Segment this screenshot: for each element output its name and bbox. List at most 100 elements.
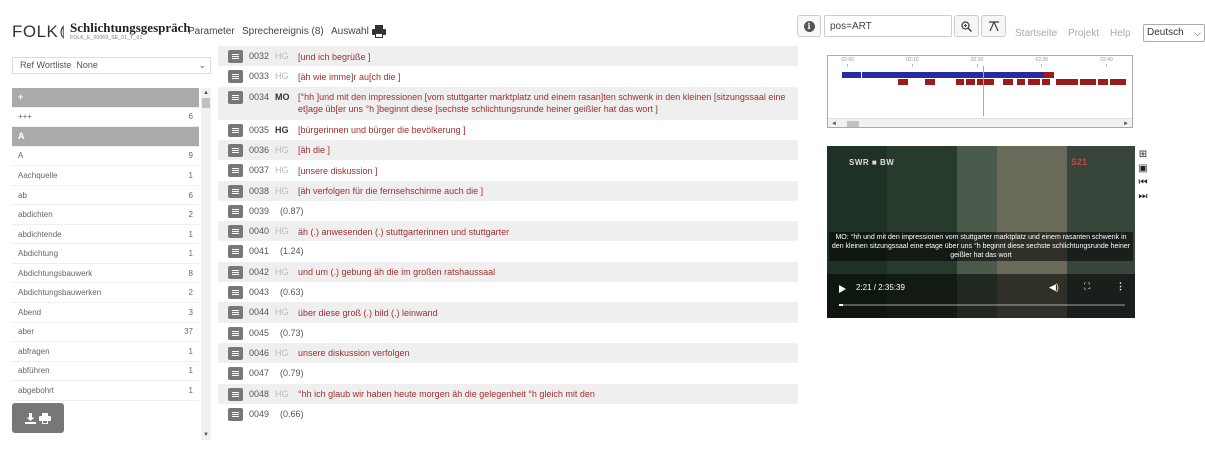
- play-segment-icon[interactable]: [228, 70, 243, 84]
- link-help[interactable]: Help: [1110, 28, 1131, 39]
- transcript-segment[interactable]: 0048 HG °hh ich glaub wir haben heute morg…: [218, 383, 798, 404]
- timeline-segment-bar[interactable]: [1056, 79, 1078, 85]
- wordlist-row[interactable]: Aachquelle 1: [12, 166, 199, 186]
- transcript-segment[interactable]: 0035 HG [bürgerinnen und bürger die bevölk…: [218, 120, 798, 140]
- volume-icon[interactable]: ◀): [1049, 282, 1059, 293]
- transcript-segment[interactable]: 0036 HG [äh die ]: [218, 139, 798, 161]
- wordlist-row[interactable]: Abdichtungsbauwerk 8: [12, 264, 199, 284]
- segment-text[interactable]: äh (.) anwesenden (.) stuttgarterinnen u…: [298, 226, 794, 238]
- timeline-segment-bar[interactable]: [854, 72, 856, 78]
- play-segment-icon[interactable]: [228, 326, 243, 340]
- wordlist-row[interactable]: abdichten 2: [12, 205, 199, 225]
- timeline-segment-bar[interactable]: [1028, 79, 1040, 85]
- transcript-segment[interactable]: 0046 HG unsere diskussion verfolgen: [218, 342, 798, 364]
- segment-text[interactable]: [äh verfolgen für die fernsehschirme auc…: [298, 185, 794, 197]
- step-back-icon[interactable]: ⏮: [1138, 177, 1148, 188]
- play-segment-icon[interactable]: [228, 387, 243, 401]
- transcript-segment[interactable]: 0041 (1.24): [218, 241, 798, 261]
- wordlist-row[interactable]: abdichtende 1: [12, 225, 199, 245]
- transcript-segment[interactable]: 0045 (0.73): [218, 323, 798, 343]
- timeline-segment-bar[interactable]: [1110, 79, 1126, 85]
- timeline-segment-bar[interactable]: [1044, 72, 1054, 78]
- wordlist-row[interactable]: abgebohrt 1: [12, 381, 199, 401]
- ref-wordlist-select[interactable]: Ref Wortliste None ⌄: [12, 57, 211, 74]
- transcript-segment[interactable]: 0047 (0.79): [218, 363, 798, 383]
- timeline-segment-bar[interactable]: [858, 72, 861, 78]
- timeline-segment-bar[interactable]: [956, 79, 964, 85]
- segment-text[interactable]: unsere diskussion verfolgen: [298, 347, 794, 359]
- transcript-segment[interactable]: 0034 MO [°hh ]und mit den impressionen [vo…: [218, 86, 798, 120]
- timeline-segment-bar[interactable]: [986, 79, 994, 85]
- wordlist-row[interactable]: abfragen 1: [12, 342, 199, 362]
- link-projekt[interactable]: Projekt: [1068, 28, 1099, 39]
- timeline-scroll-thumb[interactable]: [847, 121, 859, 127]
- transcript-segment[interactable]: 0039 (0.87): [218, 201, 798, 221]
- nav-parameter[interactable]: Parameter: [188, 26, 235, 37]
- timeline-segment-bar[interactable]: [1003, 79, 1013, 85]
- printer-icon[interactable]: [372, 25, 386, 38]
- segment-text[interactable]: °hh ich glaub wir haben heute morgen äh …: [298, 388, 794, 400]
- timeline-segment-bar[interactable]: [1098, 79, 1108, 85]
- segment-text[interactable]: [°hh ]und mit den impressionen [vom stut…: [298, 91, 794, 115]
- wordlist-row[interactable]: abführen 1: [12, 362, 199, 382]
- search-input[interactable]: [824, 15, 952, 37]
- transcript-segment[interactable]: 0049 (0.66): [218, 404, 798, 424]
- wordlist-row[interactable]: aber 37: [12, 323, 199, 343]
- scroll-right-icon[interactable]: ►: [1123, 119, 1129, 127]
- timeline-scrollbar[interactable]: ◄ ►: [828, 118, 1132, 127]
- info-button[interactable]: i: [797, 15, 821, 37]
- nav-auswahl[interactable]: Auswahl: [331, 26, 369, 37]
- transcript-segment[interactable]: 0033 HG [äh wie imme]r au[ch die ]: [218, 66, 798, 86]
- play-segment-icon[interactable]: [228, 184, 243, 198]
- timeline-segment-bar[interactable]: [966, 79, 975, 85]
- wordlist-scrollbar[interactable]: ▲ ▼: [201, 88, 211, 440]
- wordlist-row[interactable]: Abend 3: [12, 303, 199, 323]
- wordlist-row[interactable]: A9: [12, 147, 199, 167]
- segment-text[interactable]: [äh wie imme]r au[ch die ]: [298, 71, 794, 83]
- segment-text[interactable]: [äh die ]: [298, 144, 794, 156]
- transcript-segment[interactable]: 0038 HG [äh verfolgen für die fernsehschir…: [218, 180, 798, 201]
- segment-text[interactable]: und um (.) gebung äh die im großen ratsh…: [298, 266, 794, 278]
- timeline-segment-bar[interactable]: [862, 72, 1044, 78]
- folk-logo[interactable]: FOLK⟬: [12, 22, 65, 42]
- play-segment-icon[interactable]: [228, 204, 243, 218]
- transcript-segment[interactable]: 0043 (0.63): [218, 282, 798, 302]
- scroll-thumb[interactable]: [202, 98, 210, 108]
- play-segment-icon[interactable]: [228, 346, 243, 360]
- play-segment-icon[interactable]: [228, 164, 243, 178]
- segment-text[interactable]: [bürgerinnen und bürger die bevölkerung …: [298, 124, 794, 136]
- video-player[interactable]: SWR ■ BW S21 MO: °hh und mit den impress…: [827, 146, 1135, 318]
- play-segment-icon[interactable]: [228, 90, 243, 104]
- timeline-playhead[interactable]: [983, 66, 985, 116]
- play-segment-icon[interactable]: [228, 245, 243, 259]
- play-segment-icon[interactable]: [228, 123, 243, 137]
- transcript-segment[interactable]: 0032 HG [und ich begrüße ]: [218, 46, 798, 67]
- transcript-segment[interactable]: 0040 HG äh (.) anwesenden (.) stuttgarteri…: [218, 221, 798, 242]
- wordlist-row[interactable]: ab 6: [12, 186, 199, 206]
- step-forward-icon[interactable]: ⏭: [1138, 191, 1148, 202]
- timeline-panel[interactable]: ◄ ► 02:00 02:10 02:20 02:30 02:40: [827, 55, 1133, 128]
- camera-icon[interactable]: ▣: [1138, 163, 1148, 174]
- play-segment-icon[interactable]: [228, 407, 243, 421]
- add-icon[interactable]: ⊞: [1138, 149, 1148, 160]
- play-segment-icon[interactable]: [228, 367, 243, 381]
- scroll-up-icon[interactable]: ▲: [201, 88, 211, 98]
- transcript-segment[interactable]: 0037 HG [unsere diskussion ]: [218, 160, 798, 180]
- nav-sprechereignis[interactable]: Sprechereignis (8): [242, 26, 324, 37]
- timeline-segment-bar[interactable]: [1080, 79, 1096, 85]
- timeline-segment-bar[interactable]: [842, 72, 859, 78]
- scroll-left-icon[interactable]: ◄: [831, 119, 837, 127]
- timeline-segment-bar[interactable]: [898, 79, 908, 85]
- segment-text[interactable]: [und ich begrüße ]: [298, 51, 794, 63]
- wordlist-row[interactable]: +++ 6: [12, 108, 199, 128]
- search-button[interactable]: [954, 15, 979, 37]
- segment-text[interactable]: [unsere diskussion ]: [298, 165, 794, 177]
- fullscreen-icon[interactable]: ⛶: [1084, 281, 1090, 292]
- timeline-segment-bar[interactable]: [925, 79, 935, 85]
- play-segment-icon[interactable]: [228, 306, 243, 320]
- play-segment-icon[interactable]: [228, 143, 243, 157]
- play-segment-icon[interactable]: [228, 225, 243, 239]
- language-select[interactable]: Deutsch ⌵: [1143, 24, 1205, 42]
- wordlist-row[interactable]: Abdichtung 1: [12, 244, 199, 264]
- segment-text[interactable]: über diese groß (.) bild (.) leinwand: [298, 307, 794, 319]
